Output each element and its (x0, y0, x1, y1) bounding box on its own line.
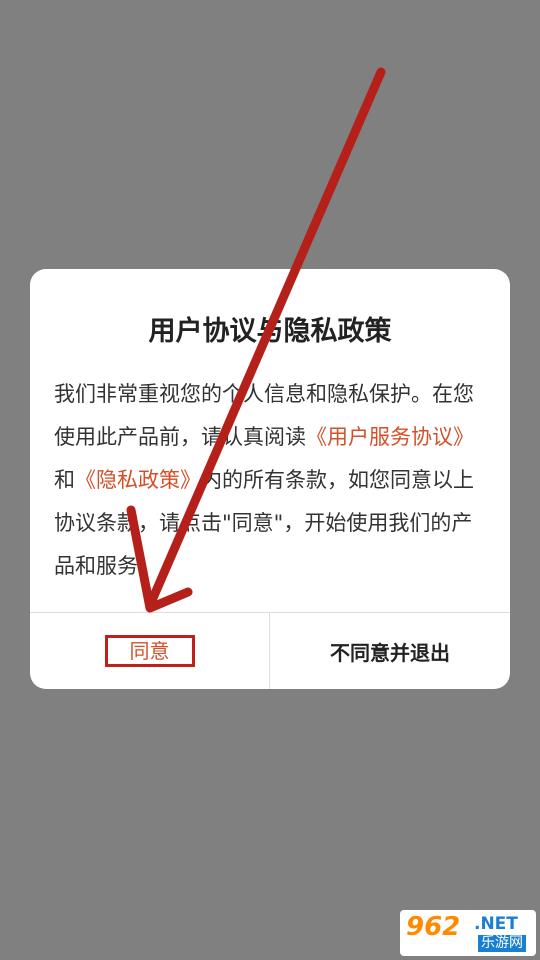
privacy-policy-link[interactable]: 《隐私政策》 (75, 468, 201, 492)
dialog-body: 我们非常重视您的个人信息和隐私保护。在您使用此产品前，请认真阅读《用户服务协议》… (54, 373, 488, 588)
body-text-and: 和 (54, 468, 75, 492)
decline-exit-button[interactable]: 不同意并退出 (270, 613, 510, 689)
dialog-title: 用户协议与隐私政策 (148, 316, 392, 347)
watermark-number: 962 (406, 912, 461, 942)
agreement-dialog: 用户协议与隐私政策 我们非常重视您的个人信息和隐私保护。在您使用此产品前，请认真… (30, 269, 510, 689)
watermark-chinese: 乐游网 (478, 935, 526, 952)
agree-button[interactable]: 同意 (30, 613, 269, 689)
watermark-suffix: .NET (474, 914, 518, 934)
site-watermark: 962 .NET 乐游网 (400, 910, 536, 956)
agree-button-label: 同意 (104, 635, 195, 667)
user-agreement-link[interactable]: 《用户服务协议》 (306, 425, 474, 449)
